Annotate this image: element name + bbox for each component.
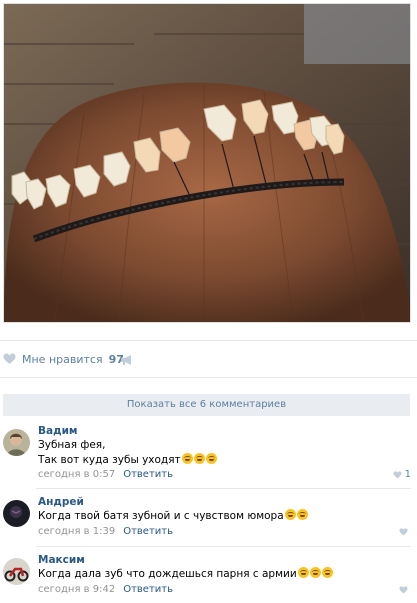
comment-line: Когда твой батя зубной и с чувством юмор… bbox=[38, 509, 308, 524]
comment-time[interactable]: сегодня в 9:42 bbox=[38, 584, 115, 595]
comment-like-button[interactable] bbox=[399, 528, 411, 536]
like-button[interactable]: Мне нравится 97 bbox=[3, 350, 124, 368]
comment-author[interactable]: Андрей bbox=[38, 496, 84, 508]
comment-item: Андрей Когда твой батя зубной и с чувств… bbox=[0, 496, 417, 546]
comment-text: Когда дала зуб что дождешься парня с арм… bbox=[38, 567, 333, 582]
divider bbox=[36, 546, 411, 547]
heart-icon bbox=[393, 470, 402, 478]
heart-icon bbox=[3, 353, 16, 364]
laughing-emoji-icon bbox=[297, 567, 309, 578]
post-photo[interactable] bbox=[3, 3, 411, 323]
comment-text: Когда твой батя зубной и с чувством юмор… bbox=[38, 509, 308, 524]
comment-like-count: 1 bbox=[404, 469, 411, 480]
comment-text: Зубная фея, Так вот куда зубы уходят bbox=[38, 438, 217, 468]
heart-icon bbox=[399, 528, 408, 536]
comment-meta: сегодня в 1:39 Ответить bbox=[38, 526, 173, 537]
divider bbox=[36, 488, 411, 489]
comment-line: Когда дала зуб что дождешься парня с арм… bbox=[38, 567, 333, 582]
laughing-emoji-icon bbox=[205, 453, 217, 464]
comment-item: Вадим Зубная фея, Так вот куда зубы уход… bbox=[0, 425, 417, 487]
reply-button[interactable]: Ответить bbox=[123, 584, 173, 595]
laughing-emoji-icon bbox=[193, 453, 205, 464]
comment-line: Зубная фея, bbox=[38, 439, 106, 451]
comment-line-text: Когда твой батя зубной и с чувством юмор… bbox=[38, 510, 284, 522]
heart-icon bbox=[399, 586, 408, 594]
comment-meta: сегодня в 0:57 Ответить bbox=[38, 469, 173, 480]
avatar[interactable] bbox=[3, 429, 30, 456]
post-actions-bar: Мне нравится 97 bbox=[0, 340, 417, 378]
tooth-crown-photo bbox=[4, 4, 410, 322]
comment-item: Максим Когда дала зуб что дождешься парн… bbox=[0, 554, 417, 602]
comment-meta: сегодня в 9:42 Ответить bbox=[38, 584, 173, 595]
comment-line-text: Так вот куда зубы уходят bbox=[38, 454, 181, 466]
comment-author[interactable]: Максим bbox=[38, 554, 85, 566]
show-all-comments-button[interactable]: Показать все 6 комментариев bbox=[3, 394, 410, 416]
laughing-emoji-icon bbox=[309, 567, 321, 578]
comment-time[interactable]: сегодня в 1:39 bbox=[38, 526, 115, 537]
comment-line: Так вот куда зубы уходят bbox=[38, 453, 217, 468]
avatar[interactable] bbox=[3, 558, 30, 585]
like-label: Мне нравится bbox=[22, 352, 103, 366]
laughing-emoji-icon bbox=[321, 567, 333, 578]
comment-author[interactable]: Вадим bbox=[38, 425, 78, 437]
reply-button[interactable]: Ответить bbox=[123, 469, 173, 480]
reply-button[interactable]: Ответить bbox=[123, 526, 173, 537]
comment-like-button[interactable] bbox=[399, 586, 411, 594]
comment-time[interactable]: сегодня в 0:57 bbox=[38, 469, 115, 480]
laughing-emoji-icon bbox=[181, 453, 193, 464]
laughing-emoji-icon bbox=[284, 509, 296, 520]
comment-like-button[interactable]: 1 bbox=[393, 469, 411, 480]
comment-line-text: Когда дала зуб что дождешься парня с арм… bbox=[38, 568, 297, 580]
laughing-emoji-icon bbox=[296, 509, 308, 520]
megaphone-icon[interactable] bbox=[120, 354, 134, 366]
avatar[interactable] bbox=[3, 500, 30, 527]
